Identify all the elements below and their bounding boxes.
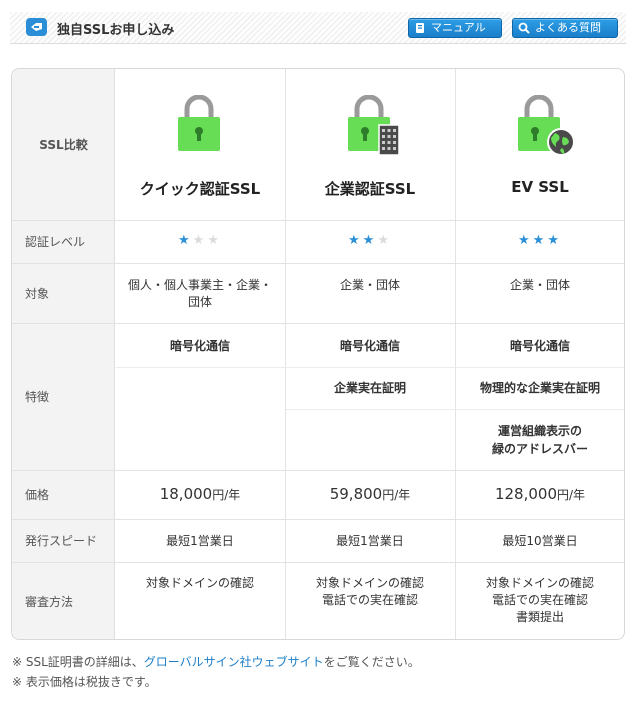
feature-physical-verification: 物理的な企業実在証明 [479, 381, 600, 395]
footnotes: ※ SSL証明書の詳細は、グローバルサイン社ウェブサイトをご覧ください。 ※ 表… [12, 652, 420, 692]
price-cell: 128,000円/年 [455, 485, 624, 503]
feature-line: 運営組織表示の [497, 424, 582, 438]
row-label-review: 審査方法 [25, 595, 74, 609]
feature-green-address-bar: 運営組織表示の 緑のアドレスバー [455, 422, 624, 458]
speed-cell: 最短1営業日 [166, 534, 234, 548]
review-line: 電話での実在確認 [321, 593, 418, 607]
review-line: 対象ドメインの確認 [485, 576, 594, 590]
star-filled-icon: ★ [518, 233, 533, 248]
faq-button[interactable]: よくある質問 [512, 18, 618, 38]
star-filled-icon: ★ [178, 233, 193, 248]
star-filled-icon: ★ [362, 233, 378, 248]
footnote-text: をご覧ください。 [323, 655, 420, 669]
target-cell: 企業・団体 [285, 277, 455, 294]
row-label-target: 対象 [25, 286, 50, 301]
feature-encryption: 暗号化通信 [169, 339, 230, 353]
target-cell: 企業・団体 [455, 277, 624, 294]
corner-label: SSL比較 [39, 138, 88, 152]
footnote-details: ※ SSL証明書の詳細は、グローバルサイン社ウェブサイトをご覧ください。 [12, 652, 420, 672]
price-amount: 18,000 [159, 485, 213, 503]
lock-with-globe-icon [518, 95, 575, 156]
page-title: 独自SSLお申し込み [57, 23, 175, 38]
price-amount: 128,000 [494, 485, 557, 503]
feature-encryption: 暗号化通信 [339, 339, 400, 353]
ssl-comparison-table: SSL比較 認証レベル 対象 特徴 価格 発行スピード 審査方法 クイック認証S… [11, 68, 625, 640]
footnote-text: ※ SSL証明書の詳細は、 [12, 655, 144, 669]
row-label-features: 特徴 [25, 390, 50, 404]
page-header: 独自SSLお申し込み マニュアル よくある質問 [10, 12, 626, 44]
star-filled-icon: ★ [547, 233, 562, 248]
row-label-price: 価格 [25, 488, 50, 502]
star-empty-icon: ★ [207, 233, 222, 248]
ssl-logo-icon [26, 18, 47, 36]
feature-divider [286, 409, 624, 410]
feature-divider [116, 367, 624, 368]
price-cell: 59,800円/年 [285, 485, 455, 503]
speed-cell: 最短10営業日 [502, 534, 578, 548]
feature-encryption: 暗号化通信 [509, 339, 570, 353]
review-line: 対象ドメインの確認 [145, 576, 254, 590]
target-line: 企業・団体 [509, 278, 570, 292]
plan-name-ev: EV SSL [511, 178, 569, 196]
search-icon [518, 22, 530, 34]
speed-cell: 最短1営業日 [336, 534, 404, 548]
rating-stars: ★★★ [285, 233, 455, 248]
row-label-level: 認証レベル [25, 235, 86, 249]
rating-stars: ★★★ [455, 233, 624, 248]
review-line: 電話での実在確認 [491, 593, 588, 607]
target-line: 個人・個人事業主・企業・ [127, 278, 272, 292]
review-line: 書類提出 [515, 610, 564, 624]
star-filled-icon: ★ [348, 233, 363, 248]
globalsign-website-link[interactable]: グローバルサイン社ウェブサイト [144, 655, 324, 669]
price-unit: 円/年 [382, 488, 411, 502]
price-unit: 円/年 [212, 488, 241, 502]
lock-icon [178, 95, 220, 151]
target-line: 団体 [187, 295, 212, 309]
rating-stars: ★★★ [115, 233, 285, 248]
manual-button-label: マニュアル [431, 21, 486, 34]
lock-with-building-icon [348, 95, 400, 156]
faq-button-label: よくある質問 [535, 21, 601, 34]
price-unit: 円/年 [556, 488, 586, 502]
star-empty-icon: ★ [377, 233, 392, 248]
feature-line: 緑のアドレスバー [491, 442, 588, 456]
review-cell: 対象ドメインの確認 [115, 575, 285, 592]
book-icon [416, 23, 424, 33]
price-amount: 59,800 [329, 485, 383, 503]
star-filled-icon: ★ [532, 233, 548, 248]
review-cell: 対象ドメインの確認 電話での実在確認 [285, 575, 455, 609]
star-empty-icon: ★ [192, 233, 208, 248]
footnote-tax: ※ 表示価格は税抜きです。 [12, 675, 157, 689]
target-line: 企業・団体 [339, 278, 400, 292]
target-cell: 個人・個人事業主・企業・ 団体 [115, 277, 285, 311]
plan-name-business: 企業認証SSL [324, 180, 416, 198]
manual-button[interactable]: マニュアル [408, 18, 502, 38]
review-cell: 対象ドメインの確認 電話での実在確認 書類提出 [455, 575, 624, 626]
feature-company-verification: 企業実在証明 [333, 381, 406, 395]
row-label-speed: 発行スピード [25, 534, 98, 548]
review-line: 対象ドメインの確認 [315, 576, 424, 590]
price-cell: 18,000円/年 [115, 485, 285, 503]
plan-name-quick: クイック認証SSL [139, 180, 261, 198]
